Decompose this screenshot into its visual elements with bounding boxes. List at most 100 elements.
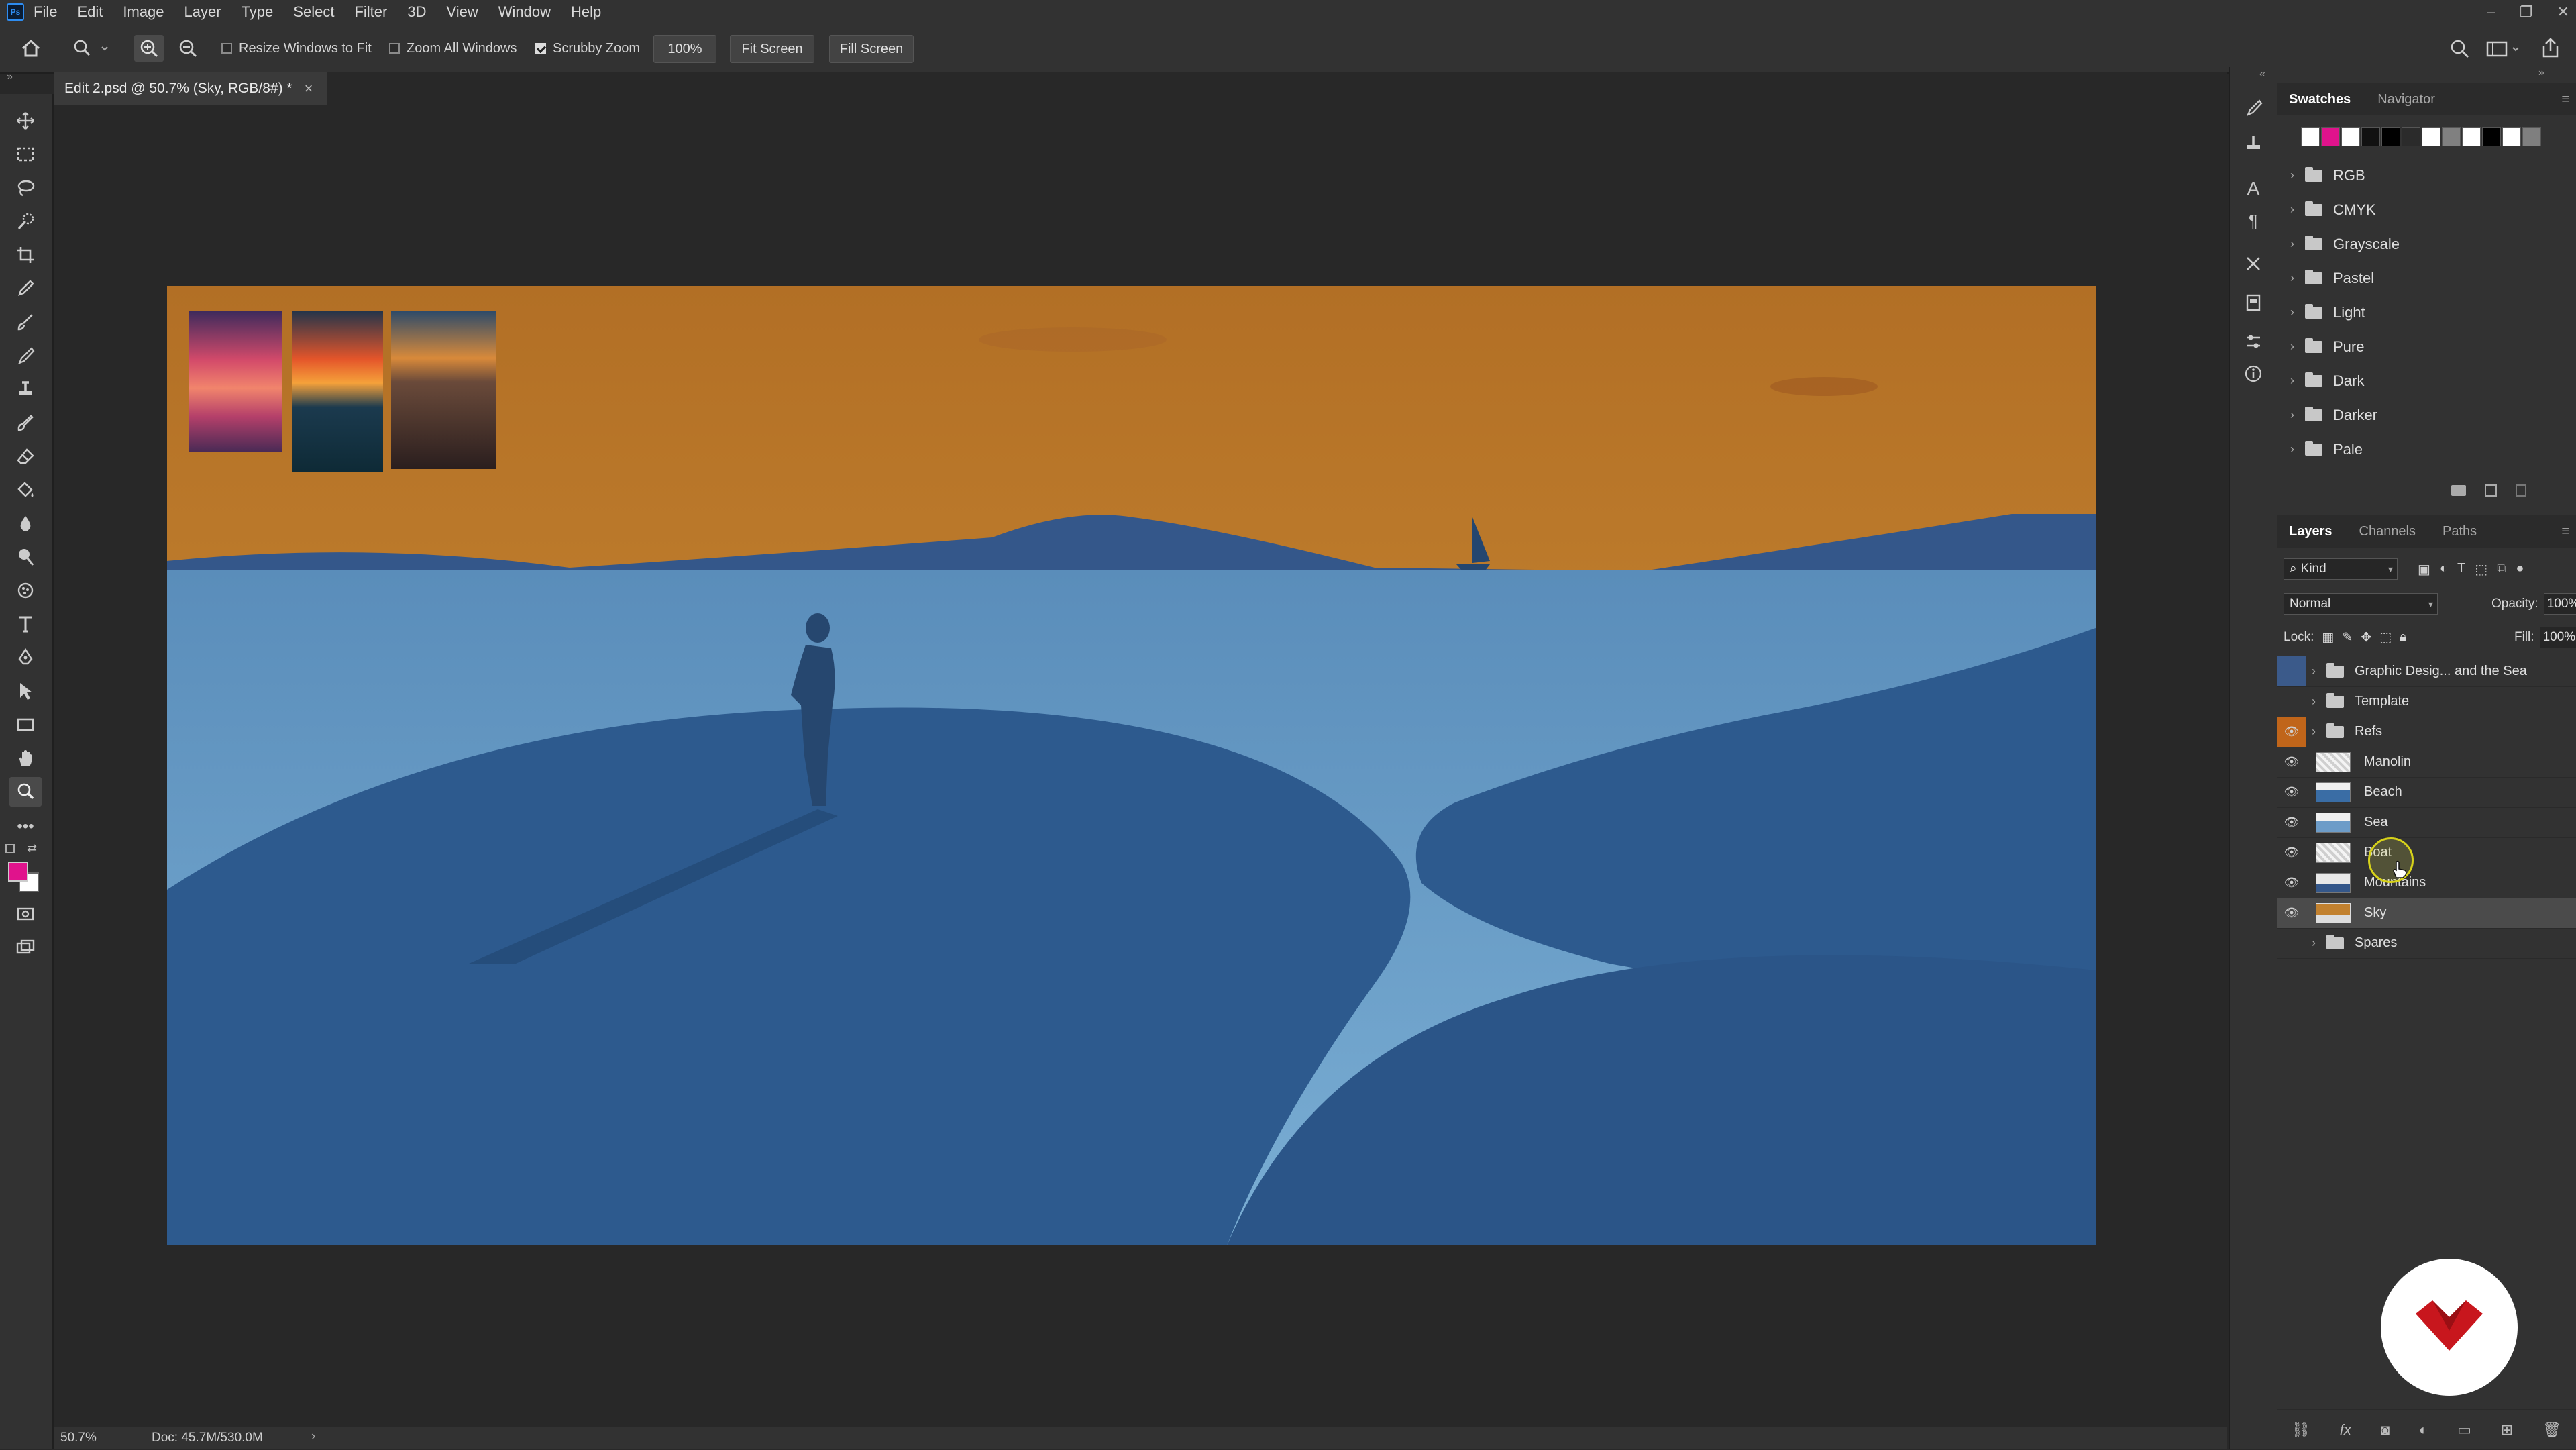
- menu-file[interactable]: File: [34, 3, 57, 21]
- color-swatch[interactable]: [2361, 127, 2380, 146]
- clone-source-icon[interactable]: [2242, 132, 2265, 154]
- marquee-tool-icon[interactable]: [9, 140, 42, 169]
- chevron-right-icon[interactable]: ›: [2290, 168, 2300, 183]
- eye-icon[interactable]: 👁︎: [2277, 777, 2306, 807]
- zoom-tool-preset-icon[interactable]: [70, 36, 110, 60]
- menu-filter[interactable]: Filter: [354, 3, 387, 21]
- screen-mode-icon[interactable]: [9, 933, 42, 962]
- tab-layers[interactable]: Layers: [2289, 524, 2332, 539]
- filter-toggle-icon[interactable]: ●: [2516, 561, 2524, 578]
- chevron-right-icon[interactable]: ›: [2312, 694, 2321, 709]
- menu-edit[interactable]: Edit: [77, 3, 103, 21]
- swatch-group-grayscale[interactable]: › Grayscale: [2290, 227, 2572, 261]
- zoom-in-icon[interactable]: [134, 35, 164, 62]
- healing-brush-tool-icon[interactable]: [9, 307, 42, 337]
- eye-icon[interactable]: 👁︎: [2277, 837, 2306, 868]
- layer-row-template[interactable]: › Template: [2277, 686, 2576, 717]
- visibility-toggle[interactable]: [2277, 686, 2306, 717]
- eyedropper-tool-icon[interactable]: [9, 274, 42, 303]
- color-swatch[interactable]: [2462, 127, 2481, 146]
- swatch-group-pastel[interactable]: › Pastel: [2290, 261, 2572, 295]
- resize-windows-checkbox[interactable]: Resize Windows to Fit: [221, 36, 372, 60]
- dodge-tool-icon[interactable]: [9, 542, 42, 572]
- swatch-group-pure[interactable]: › Pure: [2290, 329, 2572, 364]
- chevron-right-icon[interactable]: ›: [2312, 725, 2321, 739]
- close-window-button[interactable]: ✕: [2557, 3, 2569, 21]
- scrubby-zoom-checkbox[interactable]: Scrubby Zoom: [535, 36, 640, 60]
- menu-type[interactable]: Type: [241, 3, 274, 21]
- quick-mask-icon[interactable]: [9, 899, 42, 929]
- character-icon[interactable]: A: [2242, 177, 2265, 200]
- color-swatch[interactable]: [2502, 127, 2521, 146]
- close-tab-icon[interactable]: ×: [305, 80, 313, 97]
- new-layer-icon[interactable]: ⊞: [2501, 1421, 2513, 1439]
- zoom-level-readout[interactable]: 50.7%: [60, 1431, 97, 1445]
- swatch-group-dark[interactable]: › Dark: [2290, 364, 2572, 398]
- paint-bucket-tool-icon[interactable]: [9, 475, 42, 505]
- filter-type-icon[interactable]: T: [2457, 561, 2465, 578]
- menu-help[interactable]: Help: [571, 3, 601, 21]
- quick-selection-tool-icon[interactable]: [9, 207, 42, 236]
- menu-image[interactable]: Image: [123, 3, 164, 21]
- collapse-toolbar-icon[interactable]: »: [7, 71, 13, 83]
- swap-colors-icon[interactable]: ⇄: [27, 841, 37, 856]
- zoom-100-button[interactable]: 100%: [653, 35, 716, 63]
- zoom-tool-icon[interactable]: [9, 777, 42, 807]
- layer-row-sea[interactable]: 👁︎ Sea: [2277, 807, 2576, 838]
- document-tab[interactable]: Edit 2.psd @ 50.7% (Sky, RGB/8#) * ×: [54, 72, 327, 105]
- lock-artboard-icon[interactable]: ⬚: [2379, 630, 2392, 645]
- tab-channels[interactable]: Channels: [2359, 524, 2416, 539]
- swatch-group-darker[interactable]: › Darker: [2290, 398, 2572, 432]
- color-swatch[interactable]: [2522, 127, 2541, 146]
- status-menu-arrow[interactable]: ›: [311, 1429, 315, 1444]
- hand-tool-icon[interactable]: [9, 743, 42, 773]
- lasso-tool-icon[interactable]: [9, 173, 42, 203]
- visibility-toggle[interactable]: [2277, 656, 2306, 686]
- layer-style-icon[interactable]: fx: [2340, 1421, 2351, 1439]
- layer-row-beach[interactable]: 👁︎ Beach: [2277, 777, 2576, 808]
- layer-row-mountains[interactable]: 👁︎ Mountains: [2277, 868, 2576, 898]
- chevron-right-icon[interactable]: ›: [2290, 374, 2300, 388]
- eraser-tool-icon[interactable]: [9, 442, 42, 471]
- color-swatch[interactable]: [2442, 127, 2461, 146]
- swatch-group-light[interactable]: › Light: [2290, 295, 2572, 329]
- chevron-right-icon[interactable]: ›: [2290, 408, 2300, 422]
- menu-window[interactable]: Window: [498, 3, 551, 21]
- color-swatch[interactable]: [2381, 127, 2400, 146]
- color-swatch[interactable]: [2422, 127, 2440, 146]
- history-brush-tool-icon[interactable]: [9, 408, 42, 437]
- opacity-input[interactable]: 100%: [2543, 593, 2576, 615]
- lock-all-icon[interactable]: 🔒︎: [2400, 630, 2406, 645]
- layer-row-spares[interactable]: › Spares: [2277, 928, 2576, 959]
- swatch-group-rgb[interactable]: › RGB: [2290, 158, 2572, 193]
- color-swatch[interactable]: [2301, 127, 2320, 146]
- sponge-tool-icon[interactable]: [9, 576, 42, 605]
- filter-adjustment-icon[interactable]: ◐: [2440, 561, 2448, 578]
- document-canvas[interactable]: [167, 286, 2096, 1245]
- path-selection-tool-icon[interactable]: [9, 676, 42, 706]
- zoom-all-windows-checkbox[interactable]: Zoom All Windows: [389, 36, 517, 60]
- minimize-button[interactable]: –: [2487, 3, 2496, 21]
- layer-row-manolin[interactable]: 👁︎ Manolin: [2277, 747, 2576, 778]
- clone-stamp-tool-icon[interactable]: [9, 374, 42, 404]
- fill-screen-button[interactable]: Fill Screen: [829, 35, 914, 63]
- eye-icon[interactable]: 👁︎: [2277, 868, 2306, 898]
- lock-pixels-icon[interactable]: ✎: [2342, 630, 2353, 645]
- menu-layer[interactable]: Layer: [184, 3, 221, 21]
- foreground-color-swatch[interactable]: [8, 862, 28, 882]
- color-swatch[interactable]: [2341, 127, 2360, 146]
- paragraph-icon[interactable]: ¶: [2242, 209, 2265, 232]
- layer-row-refs[interactable]: 👁︎ › Refs: [2277, 717, 2576, 747]
- color-swatch[interactable]: [2321, 127, 2340, 146]
- swatch-group-cmyk[interactable]: › CMYK: [2290, 193, 2572, 227]
- fill-input[interactable]: 100%: [2539, 627, 2576, 648]
- share-icon[interactable]: [2538, 36, 2563, 60]
- home-icon[interactable]: [19, 36, 43, 60]
- menu-view[interactable]: View: [446, 3, 478, 21]
- layer-row-sky[interactable]: 👁︎ Sky: [2277, 898, 2576, 929]
- new-group-folder-icon[interactable]: [2451, 485, 2466, 496]
- info-icon[interactable]: [2242, 362, 2265, 385]
- blur-tool-icon[interactable]: [9, 509, 42, 538]
- restore-button[interactable]: ❐: [2520, 3, 2533, 21]
- move-tool-icon[interactable]: [9, 106, 42, 136]
